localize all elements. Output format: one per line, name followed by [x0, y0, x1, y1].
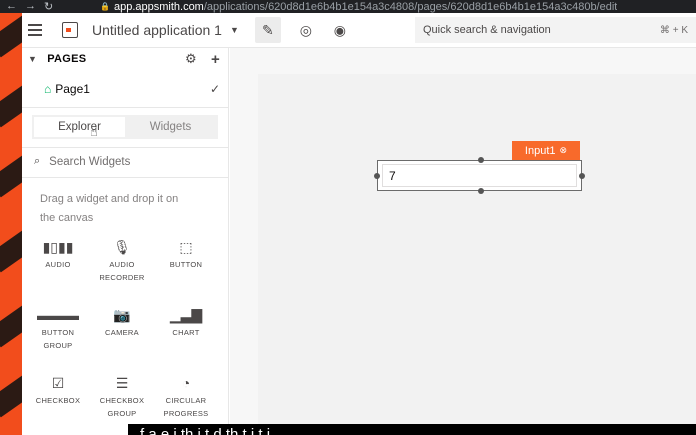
editor-canvas[interactable] — [258, 74, 696, 435]
collapse-chevron-icon[interactable]: ▼ — [28, 54, 37, 64]
search-shortcut: ⌘ + K — [659, 24, 688, 36]
checkbox-group-icon: ☰ — [115, 374, 129, 391]
button-icon: ⬚ — [179, 238, 193, 255]
resize-handle-bottom[interactable] — [478, 188, 484, 194]
chart-icon: ▁▃▇ — [169, 306, 203, 323]
circular-progress-icon: ◔ — [181, 375, 191, 391]
widget-card-button-group[interactable]: ▬▬▬ BUTTON GROUP — [26, 306, 90, 374]
browser-bar: ← → ↻ 🔒 app.appsmith.com/applications/62… — [0, 0, 696, 13]
forward-arrow-icon[interactable]: → — [25, 0, 36, 13]
widget-card-audio-recorder[interactable]: 🎙 AUDIO RECORDER — [90, 238, 154, 306]
widget-label: CIRCULAR PROGRESS — [163, 396, 209, 418]
pages-title: PAGES — [47, 53, 87, 65]
hamburger-menu-icon[interactable] — [28, 24, 42, 36]
app-header: Untitled application 1 ▼ ✎ ◎ ◉ Quick sea… — [22, 13, 696, 48]
widget-label: CAMERA — [105, 328, 139, 337]
chevron-down-icon[interactable]: ▼ — [230, 25, 239, 35]
search-icon: ⌕ — [34, 155, 41, 167]
resize-handle-top[interactable] — [478, 157, 484, 163]
widget-card-audio[interactable]: ▮▯▮▮ AUDIO — [26, 238, 90, 306]
widget-card-camera[interactable]: 📷 CAMERA — [90, 306, 154, 374]
url-path: /applications/620d8d1e6b4b1e154a3c4808/p… — [203, 0, 618, 13]
widget-label: CHECKBOX — [35, 396, 81, 405]
check-icon: ✓ — [209, 81, 220, 96]
canvas-area — [230, 48, 696, 435]
application-icon[interactable] — [62, 22, 78, 38]
camera-icon: 📷 — [113, 306, 131, 323]
quick-search-label: Quick search & navigation — [423, 24, 551, 36]
decorative-stripe — [0, 13, 22, 435]
widget-card-chart[interactable]: ▁▃▇ CHART — [154, 306, 218, 374]
resize-handle-left[interactable] — [374, 173, 380, 179]
widget-name-tag[interactable]: Input1 ⊗ — [512, 141, 580, 160]
search-widgets-input[interactable]: ⌕ Search Widgets — [22, 148, 228, 175]
application-name[interactable]: Untitled application 1 — [92, 22, 222, 38]
pages-header: ▼ PAGES ⚙ + — [22, 48, 228, 70]
tab-widgets[interactable]: Widgets — [125, 117, 216, 137]
edit-pencil-icon[interactable]: ✎ — [254, 17, 281, 43]
video-subtitle: f a e i th i t d th t i t i — [128, 424, 696, 435]
preview-eye-icon[interactable]: ◉ — [331, 21, 349, 39]
browser-nav: ← → ↻ — [0, 0, 100, 13]
search-widgets-placeholder: Search Widgets — [49, 155, 131, 168]
add-page-icon[interactable]: + — [211, 51, 220, 68]
input-value: 7 — [389, 168, 396, 183]
drag-hint-line: Drag a widget and drop it on — [40, 193, 179, 205]
comment-icon[interactable]: ◎ — [297, 21, 315, 39]
button-group-icon: ▬▬▬ — [37, 307, 79, 323]
widget-label: CHART — [172, 328, 200, 337]
widget-label: CHECKBOX GROUP — [99, 396, 145, 418]
lock-icon: 🔒 — [100, 2, 110, 11]
widget-label: AUDIO — [45, 260, 71, 269]
microphone-icon: 🎙 — [113, 238, 131, 255]
resize-handle-right[interactable] — [579, 173, 585, 179]
input-widget[interactable]: 7 — [374, 157, 585, 194]
sidebar-tabs: Explorer Widgets — [32, 115, 218, 139]
widget-card-checkbox[interactable]: ☑ CHECKBOX — [26, 374, 90, 435]
widget-card-button[interactable]: ⬚ BUTTON — [154, 238, 218, 306]
drag-hint-line: the canvas — [40, 212, 94, 224]
gear-icon[interactable]: ⚙ — [185, 51, 197, 67]
sidebar: ▼ PAGES ⚙ + ⌂ Page1 ✓ Explorer Widgets ☝… — [22, 48, 229, 435]
page-item-page1[interactable]: ⌂ Page1 ✓ — [22, 70, 228, 108]
hand-cursor-icon: ☝ — [90, 124, 98, 139]
mode-switcher: ✎ ◎ ◉ — [254, 17, 349, 43]
url-host: app.appsmith.com — [113, 0, 204, 13]
home-icon: ⌂ — [44, 81, 52, 96]
widget-name-label: Input1 — [524, 144, 556, 157]
settings-icon[interactable]: ⊗ — [560, 145, 568, 156]
tab-explorer[interactable]: Explorer — [34, 117, 125, 137]
widget-label: AUDIO RECORDER — [99, 260, 145, 282]
widget-label: BUTTON — [169, 260, 203, 269]
drag-hint: Drag a widget and drop it on the canvas — [22, 178, 228, 228]
page-name: Page1 — [55, 81, 90, 96]
checkbox-icon: ☑ — [51, 374, 65, 391]
input-field[interactable]: 7 — [382, 164, 577, 187]
audio-icon: ▮▯▮▮ — [42, 238, 74, 255]
widget-grid: ▮▯▮▮ AUDIO 🎙 AUDIO RECORDER ⬚ BUTTON ▬▬▬ … — [22, 238, 229, 435]
url-field[interactable]: app.appsmith.com/applications/620d8d1e6b… — [114, 1, 617, 13]
reload-icon[interactable]: ↻ — [44, 0, 53, 13]
widget-label: BUTTON GROUP — [41, 328, 75, 350]
quick-search-bar[interactable]: Quick search & navigation ⌘ + K — [415, 17, 696, 43]
back-arrow-icon[interactable]: ← — [6, 0, 17, 13]
